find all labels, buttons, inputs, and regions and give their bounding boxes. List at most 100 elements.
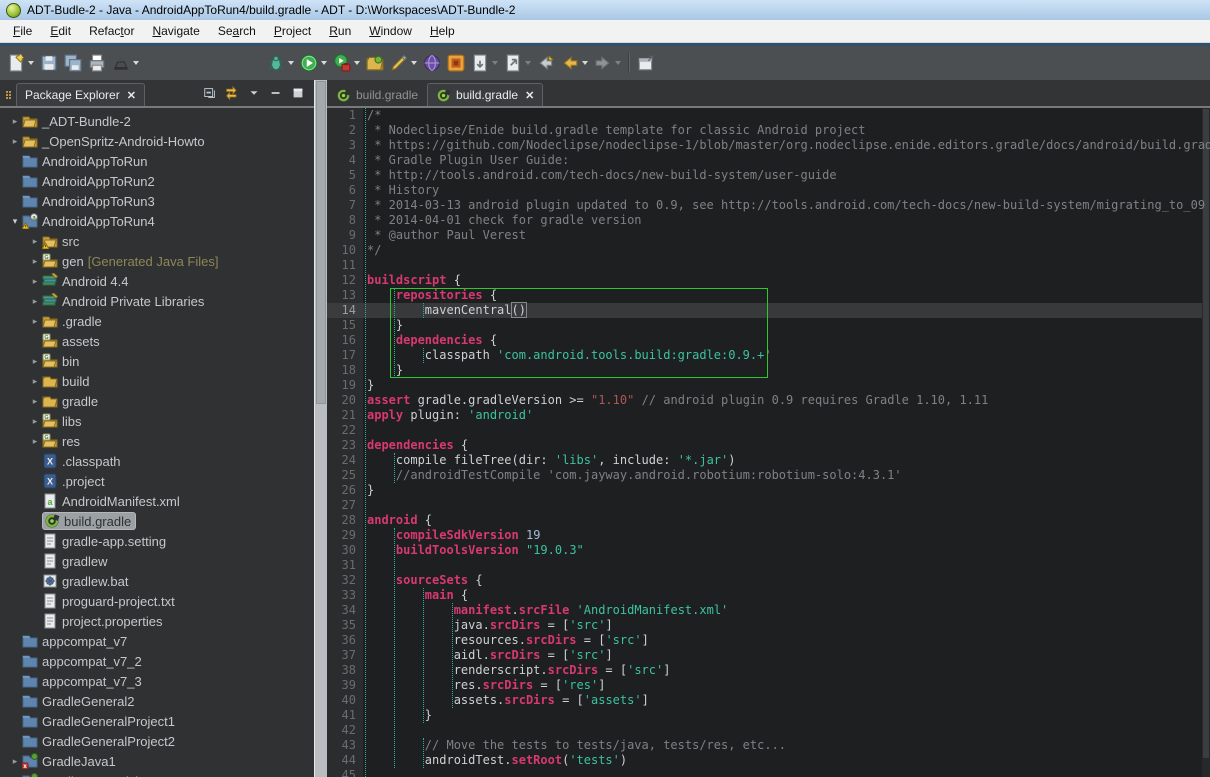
export-button[interactable] xyxy=(110,50,141,76)
tree-item[interactable]: X.classpath xyxy=(0,451,314,471)
tree-collapsed-arrow-icon[interactable]: ▸ xyxy=(28,236,42,247)
collapse-all-button[interactable] xyxy=(200,83,220,103)
code-line[interactable]: buildscript { xyxy=(363,273,1210,288)
menu-search[interactable]: Search xyxy=(209,21,265,41)
tree-item[interactable]: X.project xyxy=(0,471,314,491)
code-line[interactable]: */ xyxy=(363,243,1210,258)
close-icon[interactable]: ✕ xyxy=(525,89,534,102)
code-line[interactable]: } xyxy=(363,708,1210,723)
save-button[interactable] xyxy=(38,50,60,76)
new-wizard-button[interactable] xyxy=(5,50,36,76)
tree-item[interactable]: AndroidAppToRun2 xyxy=(0,171,314,191)
tree-collapsed-arrow-icon[interactable]: ▸ xyxy=(8,756,22,767)
code-line[interactable]: assets.srcDirs = ['assets'] xyxy=(363,693,1210,708)
print-button[interactable] xyxy=(86,50,108,76)
code-line[interactable]: resources.srcDirs = ['src'] xyxy=(363,633,1210,648)
minimize-button[interactable] xyxy=(266,83,286,103)
dropdown-arrow-icon[interactable] xyxy=(133,61,139,65)
menu-refactor[interactable]: Refactor xyxy=(80,21,143,41)
tree-item[interactable]: project.properties xyxy=(0,611,314,631)
code-line[interactable]: mavenCentral() xyxy=(363,303,1210,318)
editor-tab-build.gradle[interactable]: build.gradle✕ xyxy=(427,83,543,106)
code-line[interactable]: } xyxy=(363,483,1210,498)
link-with-editor-button[interactable] xyxy=(222,83,242,103)
tree-item[interactable]: ▸Gres xyxy=(0,431,314,451)
forward-button[interactable] xyxy=(592,50,623,76)
ddms-button[interactable] xyxy=(445,50,467,76)
tree-item[interactable]: ▸Android Private Libraries xyxy=(0,291,314,311)
code-line[interactable]: * Nodeclipse/Enide build.gradle template… xyxy=(363,123,1210,138)
code-line[interactable]: //androidTestCompile 'com.jayway.android… xyxy=(363,468,1210,483)
android-sdk-manager-button[interactable] xyxy=(388,50,419,76)
code-line[interactable]: renderscript.srcDirs = ['src'] xyxy=(363,663,1210,678)
tree-collapsed-arrow-icon[interactable]: ▸ xyxy=(28,256,42,267)
menu-edit[interactable]: Edit xyxy=(41,21,80,41)
menu-navigate[interactable]: Navigate xyxy=(143,21,208,41)
menu-help[interactable]: Help xyxy=(421,21,464,41)
menu-file[interactable]: File xyxy=(4,21,41,41)
code-line[interactable]: compileSdkVersion 19 xyxy=(363,528,1210,543)
dropdown-arrow-icon[interactable] xyxy=(354,61,360,65)
android-device-manager-button[interactable] xyxy=(364,50,386,76)
code-line[interactable] xyxy=(363,258,1210,273)
code-line[interactable] xyxy=(363,498,1210,513)
tree-item[interactable]: ▸xGradleJava1 xyxy=(0,751,314,771)
view-menu-button[interactable] xyxy=(244,83,264,103)
code-line[interactable]: } xyxy=(363,318,1210,333)
tree-item[interactable]: ▸Gbin xyxy=(0,351,314,371)
tree-item[interactable]: aAndroidManifest.xml xyxy=(0,491,314,511)
close-icon[interactable]: ✕ xyxy=(127,89,136,102)
code-line[interactable]: * http://tools.android.com/tech-docs/new… xyxy=(363,168,1210,183)
code-line[interactable]: aidl.srcDirs = ['src'] xyxy=(363,648,1210,663)
code-line[interactable]: // Move the tests to tests/java, tests/r… xyxy=(363,738,1210,753)
view-drag-handle-icon[interactable] xyxy=(6,91,11,99)
menu-window[interactable]: Window xyxy=(360,21,421,41)
code-line[interactable]: apply plugin: 'android' xyxy=(363,408,1210,423)
tree-item[interactable]: gradlew xyxy=(0,551,314,571)
code-line[interactable]: repositories { xyxy=(363,288,1210,303)
code-line[interactable]: /* xyxy=(363,108,1210,123)
code-line[interactable]: dependencies { xyxy=(363,333,1210,348)
tree-collapsed-arrow-icon[interactable]: ▸ xyxy=(8,116,22,127)
code-line[interactable] xyxy=(363,558,1210,573)
code-line[interactable]: * History xyxy=(363,183,1210,198)
tree-collapsed-arrow-icon[interactable]: ▸ xyxy=(28,396,42,407)
tree-expanded-arrow-icon[interactable]: ▾ xyxy=(8,216,22,227)
marketplace-button[interactable] xyxy=(421,50,443,76)
code-line[interactable]: sourceSets { xyxy=(363,573,1210,588)
dropdown-arrow-icon[interactable] xyxy=(28,61,34,65)
menu-project[interactable]: Project xyxy=(265,21,320,41)
tree-item[interactable]: GradleGeneral2 xyxy=(0,691,314,711)
tree-item[interactable]: AndroidAppToRun xyxy=(0,151,314,171)
tree-item[interactable]: ▸Glibs xyxy=(0,411,314,431)
tree-item[interactable]: gradle-app.setting xyxy=(0,531,314,551)
open-type-button[interactable] xyxy=(469,50,500,76)
code-line[interactable]: dependencies { xyxy=(363,438,1210,453)
code-line[interactable]: androidTest.setRoot('tests') xyxy=(363,753,1210,768)
dropdown-arrow-icon[interactable] xyxy=(615,61,621,65)
menu-run[interactable]: Run xyxy=(320,21,360,41)
code-line[interactable] xyxy=(363,423,1210,438)
tree-item[interactable]: appcompat_v7_3 xyxy=(0,671,314,691)
tree-collapsed-arrow-icon[interactable]: ▸ xyxy=(28,356,42,367)
tree-item[interactable]: ▸build xyxy=(0,371,314,391)
code-line[interactable]: buildToolsVersion "19.0.3" xyxy=(363,543,1210,558)
tree-item[interactable]: appcompat_v7 xyxy=(0,631,314,651)
debug-button[interactable] xyxy=(265,50,296,76)
code-pane[interactable]: /* * Nodeclipse/Enide build.gradle templ… xyxy=(363,108,1210,777)
code-line[interactable]: assert gradle.gradleVersion >= "1.10" //… xyxy=(363,393,1210,408)
code-line[interactable]: * Gradle Plugin User Guide: xyxy=(363,153,1210,168)
line-number-gutter[interactable]: 1234567891011121314151617181920212223242… xyxy=(327,108,363,777)
code-line[interactable]: * https://github.com/Nodeclipse/nodeclip… xyxy=(363,138,1210,153)
editor-tab-build.gradle[interactable]: build.gradle xyxy=(328,84,426,106)
maximize-button[interactable] xyxy=(288,83,308,103)
tree-item[interactable]: ▸gradle xyxy=(0,391,314,411)
run-button[interactable] xyxy=(298,50,329,76)
tree-collapsed-arrow-icon[interactable]: ▸ xyxy=(28,316,42,327)
tree-item[interactable]: GradleGeneralProject1 xyxy=(0,711,314,731)
code-line[interactable]: * 2014-04-01 check for gradle version xyxy=(363,213,1210,228)
dropdown-arrow-icon[interactable] xyxy=(321,61,327,65)
dropdown-arrow-icon[interactable] xyxy=(288,61,294,65)
tree-collapsed-arrow-icon[interactable]: ▸ xyxy=(28,276,42,287)
code-line[interactable]: manifest.srcFile 'AndroidManifest.xml' xyxy=(363,603,1210,618)
